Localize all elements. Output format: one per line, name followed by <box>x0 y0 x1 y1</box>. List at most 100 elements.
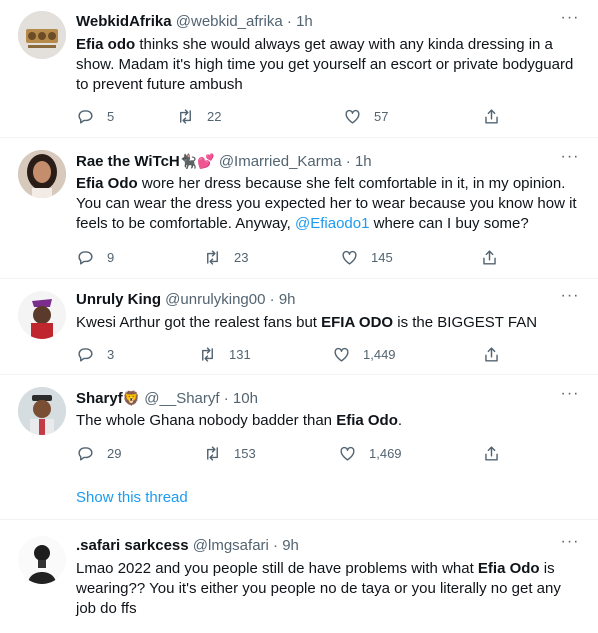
avatar[interactable] <box>18 387 66 435</box>
name-emoji: 🐈‍⬛💕 <box>179 153 215 169</box>
retweet-button[interactable]: 131 <box>198 344 251 364</box>
reply-icon <box>78 250 93 265</box>
highlighted-term: Efia Odo <box>76 175 138 192</box>
highlighted-term: Efia Odo <box>477 560 540 577</box>
share-button[interactable] <box>482 106 513 126</box>
user-handle[interactable]: @lmgsafari <box>193 537 269 554</box>
share-button[interactable] <box>480 247 511 267</box>
like-count: 145 <box>371 249 393 265</box>
heart-icon <box>340 446 355 461</box>
retweet-icon <box>207 445 218 461</box>
timestamp[interactable]: 10h <box>233 390 258 407</box>
retweet-button[interactable]: 153 <box>203 443 256 463</box>
reply-button[interactable]: 5 <box>76 106 114 126</box>
avatar[interactable] <box>18 291 66 339</box>
reply-icon <box>78 109 93 124</box>
display-name[interactable]: Sharyf <box>76 390 123 407</box>
tweet-text: Efia odo thinks she would always get awa… <box>76 36 574 93</box>
tweet-header: Rae the WiTcH🐈‍⬛💕 @Imarried_Karma · 1h <box>76 151 372 172</box>
avatar[interactable] <box>18 150 66 198</box>
user-handle[interactable]: @__Sharyf <box>144 390 219 407</box>
more-options-icon[interactable]: ··· <box>560 149 580 171</box>
reply-count: 3 <box>107 346 115 362</box>
share-icon <box>485 108 498 124</box>
display-name[interactable]: .safari sarkcess <box>76 537 189 554</box>
separator: · <box>345 153 351 170</box>
retweet-icon <box>202 346 213 362</box>
name-emoji: 🦁 <box>122 390 141 406</box>
tweet-header: Sharyf🦁 @__Sharyf · 10h <box>76 388 258 409</box>
tweet-actions: 3 131 1,449 <box>76 344 506 364</box>
highlighted-term: EFIA ODO <box>321 314 394 331</box>
separator: · <box>273 537 279 554</box>
highlighted-term: Efia odo <box>76 36 136 53</box>
retweet-button[interactable]: 22 <box>176 106 221 126</box>
retweet-icon <box>207 249 218 265</box>
tweet-3[interactable]: Unruly King @unrulyking00 · 9h ··· Kwesi… <box>0 279 598 374</box>
tweet-actions: 5 22 57 <box>76 106 506 126</box>
tweet-header: Unruly King @unrulyking00 · 9h <box>76 290 296 310</box>
tweet-5[interactable]: .safari sarkcess @lmgsafari · 9h ··· Lma… <box>0 520 598 633</box>
more-options-icon[interactable]: ··· <box>560 288 580 310</box>
more-options-icon[interactable]: ··· <box>560 386 580 408</box>
share-icon <box>483 249 496 265</box>
like-count: 1,449 <box>363 346 396 362</box>
timestamp[interactable]: 1h <box>296 13 313 30</box>
like-button[interactable]: 57 <box>343 106 388 126</box>
separator: · <box>269 291 275 308</box>
like-button[interactable]: 1,449 <box>332 344 396 364</box>
more-options-icon[interactable]: ··· <box>560 10 580 32</box>
reply-button[interactable]: 3 <box>76 344 114 364</box>
retweet-icon <box>180 108 191 124</box>
display-name[interactable]: Rae the WiTcH <box>76 153 180 170</box>
share-icon <box>485 346 498 362</box>
display-name[interactable]: WebkidAfrika <box>76 13 172 30</box>
mention-link[interactable]: @Efiaodo1 <box>295 215 369 232</box>
tweet-actions: 29 153 1,469 <box>76 443 506 463</box>
tweet-text: Lmao 2022 and you people still de have p… <box>76 560 561 617</box>
tweet-2[interactable]: Rae the WiTcH🐈‍⬛💕 @Imarried_Karma · 1h ·… <box>0 138 598 278</box>
like-count: 1,469 <box>369 445 402 461</box>
timestamp[interactable]: 9h <box>279 291 296 308</box>
tweet-header: .safari sarkcess @lmgsafari · 9h <box>76 536 299 556</box>
avatar[interactable] <box>18 11 66 59</box>
tweet-1[interactable]: WebkidAfrika @webkid_afrika · 1h ··· Efi… <box>0 0 598 137</box>
reply-count: 9 <box>107 249 115 265</box>
reply-button[interactable]: 9 <box>76 247 114 267</box>
retweet-button[interactable]: 23 <box>203 247 248 267</box>
tweet-header: WebkidAfrika @webkid_afrika · 1h <box>76 12 313 32</box>
retweet-count: 22 <box>207 108 222 124</box>
reply-icon <box>78 347 93 362</box>
more-options-icon[interactable]: ··· <box>560 534 580 556</box>
display-name[interactable]: Unruly King <box>76 291 161 308</box>
tweet-4[interactable]: Sharyf🦁 @__Sharyf · 10h ··· The whole Gh… <box>0 375 598 519</box>
share-button[interactable] <box>482 344 513 364</box>
heart-icon <box>334 347 349 362</box>
avatar[interactable] <box>18 536 66 584</box>
show-thread-link[interactable]: Show this thread <box>76 489 188 506</box>
user-handle[interactable]: @Imarried_Karma <box>219 153 342 170</box>
retweet-count: 153 <box>234 445 256 461</box>
tweet-text: The whole Ghana nobody badder than Efia … <box>76 412 403 429</box>
tweet-text: Efia Odo wore her dress because she felt… <box>76 175 577 232</box>
reply-button[interactable]: 29 <box>76 443 121 463</box>
timestamp[interactable]: 1h <box>355 153 372 170</box>
retweet-count: 23 <box>234 249 249 265</box>
heart-icon <box>345 109 360 124</box>
tweet-text: Kwesi Arthur got the realest fans but EF… <box>76 314 538 331</box>
reply-icon <box>78 446 93 461</box>
separator: · <box>286 13 292 30</box>
retweet-count: 131 <box>229 346 251 362</box>
share-button[interactable] <box>482 443 513 463</box>
share-icon <box>485 445 498 461</box>
like-button[interactable]: 1,469 <box>338 443 402 463</box>
user-handle[interactable]: @unrulyking00 <box>165 291 265 308</box>
like-count: 57 <box>374 108 389 124</box>
highlighted-term: Efia Odo <box>336 412 398 429</box>
user-handle[interactable]: @webkid_afrika <box>176 13 283 30</box>
separator: · <box>223 390 229 407</box>
like-button[interactable]: 145 <box>340 247 393 267</box>
reply-count: 5 <box>107 108 115 124</box>
timestamp[interactable]: 9h <box>282 537 299 554</box>
heart-icon <box>342 250 357 265</box>
